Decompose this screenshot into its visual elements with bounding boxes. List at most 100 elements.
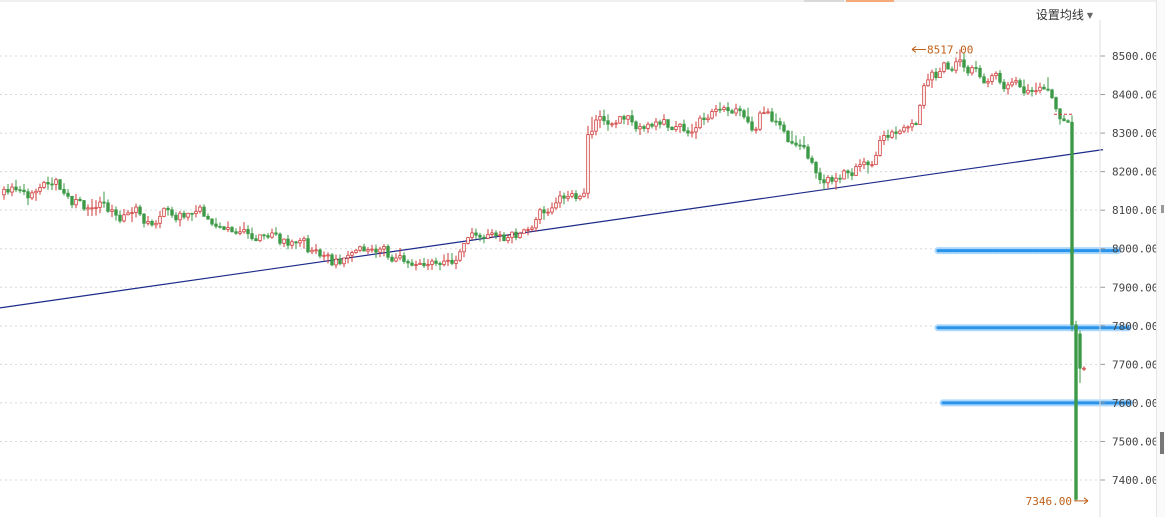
candle-body	[830, 177, 834, 182]
candle-body	[18, 189, 22, 192]
candle-body	[678, 123, 682, 127]
candle-body	[486, 234, 490, 239]
candle-body	[982, 76, 986, 84]
candle-body	[602, 116, 606, 122]
candle-body	[498, 234, 502, 237]
candle-body	[510, 231, 514, 238]
candle-body	[850, 172, 854, 176]
candle-body	[886, 135, 890, 138]
candle-body	[606, 120, 610, 125]
candle-body	[934, 71, 938, 78]
candle-body	[338, 258, 342, 265]
candle-body	[574, 193, 578, 200]
candle-body	[530, 227, 534, 230]
candle-body	[998, 72, 1002, 83]
candle-body	[186, 212, 190, 218]
candle-body	[654, 121, 658, 127]
candle-body	[914, 123, 918, 126]
candle-body	[490, 232, 494, 235]
candle-body	[978, 67, 982, 78]
candle-body	[842, 170, 846, 180]
candle-body	[422, 262, 426, 267]
candle-body	[494, 232, 498, 237]
candle-body	[478, 234, 482, 238]
candle-body	[414, 264, 418, 266]
candle-body	[22, 189, 26, 193]
candle-body	[898, 130, 902, 134]
candle-body	[398, 255, 402, 259]
candle-body	[6, 188, 10, 193]
candle-body	[1074, 324, 1078, 500]
candle-body	[710, 111, 714, 119]
candle-body	[942, 62, 946, 72]
candle-body	[798, 144, 802, 147]
candle-body	[962, 59, 966, 68]
candle-body	[122, 214, 126, 222]
candle-body	[94, 207, 98, 209]
candle-body	[354, 249, 358, 253]
candle-body	[746, 116, 750, 123]
horizontal-lines-layer	[934, 247, 1134, 407]
candle-body	[658, 121, 662, 125]
candle-body	[994, 72, 998, 77]
candle-body	[534, 219, 538, 229]
candle-body	[330, 254, 334, 266]
candle-body	[618, 116, 622, 124]
candle-body	[482, 236, 486, 239]
candle-body	[650, 123, 654, 127]
candle-body	[182, 212, 186, 218]
y-tick-label: 8500.00	[1112, 50, 1158, 63]
candle-body	[86, 207, 90, 210]
candle-body	[594, 119, 598, 132]
candle-body	[1038, 86, 1042, 92]
candle-body	[1046, 88, 1050, 91]
candle-body	[750, 121, 754, 131]
candle-body	[598, 116, 602, 121]
candle-body	[410, 262, 414, 266]
candle-body	[118, 214, 122, 222]
candle-body	[114, 209, 118, 216]
candle-body	[858, 164, 862, 168]
candle-body	[622, 116, 626, 120]
candle-body	[774, 120, 778, 123]
candle-body	[434, 260, 438, 264]
candle-body	[582, 192, 586, 197]
candle-body	[254, 238, 258, 242]
candle-body	[634, 121, 638, 130]
candle-body	[1070, 121, 1074, 326]
candle-body	[342, 257, 346, 265]
candle-body	[698, 117, 702, 129]
candle-body	[102, 201, 106, 204]
candle-body	[922, 85, 926, 106]
candle-body	[474, 232, 478, 236]
candle-body	[954, 61, 958, 71]
candle-body	[550, 207, 554, 213]
candle-body	[838, 177, 842, 180]
candle-body	[298, 240, 302, 244]
candle-body	[142, 213, 146, 224]
candle-body	[446, 259, 450, 262]
candle-body	[258, 234, 262, 242]
candlestick-chart[interactable]: 8500.00 8400.00 8300.00 8200.00 8100.00 8000.…	[0, 0, 1165, 517]
candle-body	[358, 246, 362, 251]
candle-body	[42, 182, 46, 188]
candle-body	[346, 254, 350, 259]
candle-body	[614, 122, 618, 125]
candle-body	[90, 207, 94, 210]
right-scroll-edge[interactable]	[1156, 0, 1165, 517]
candle-body	[938, 71, 942, 78]
candle-body	[286, 238, 290, 246]
candle-body	[202, 206, 206, 217]
candle-body	[110, 209, 114, 212]
trendline-layer	[0, 149, 1104, 309]
y-tick-label: 7600.00	[1112, 397, 1158, 410]
candle-body	[662, 119, 666, 125]
scroll-marker	[1161, 205, 1164, 213]
candle-body	[242, 229, 246, 233]
y-tick-label: 7500.00	[1112, 435, 1158, 448]
scroll-thumb[interactable]	[1160, 432, 1164, 454]
candle-body	[590, 130, 594, 136]
trendline[interactable]	[0, 149, 1104, 309]
candle-body	[334, 258, 338, 266]
candle-body	[174, 214, 178, 221]
